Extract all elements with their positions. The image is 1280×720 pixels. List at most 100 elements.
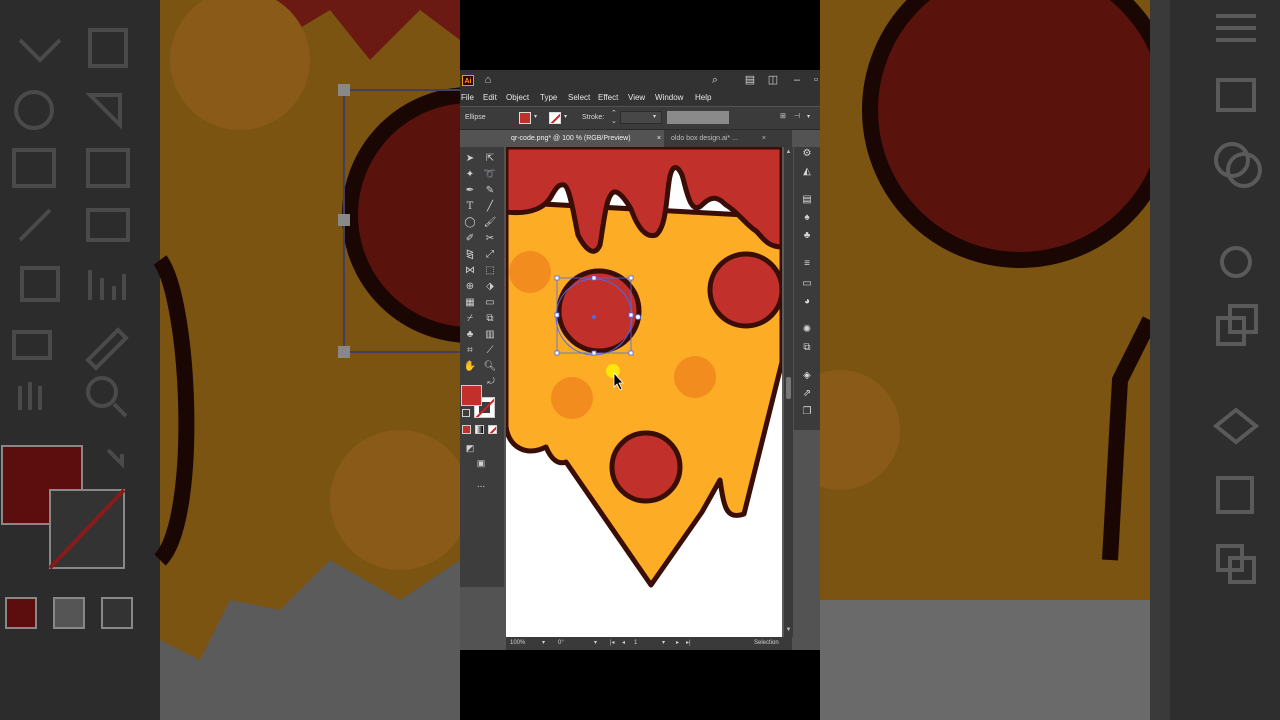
scroll-thumb[interactable] (786, 377, 791, 399)
color-mode-button[interactable] (462, 425, 471, 434)
shaper-tool-icon[interactable]: ✐ (461, 231, 479, 246)
gradient-tool-icon[interactable]: ▭ (481, 295, 499, 310)
menu-edit[interactable]: Edit (483, 92, 497, 104)
illustrator-window: Ai ⌂ ⌕ ▤ ◫ – ▫ File Edit Object Type Sel… (460, 70, 820, 650)
blurred-background-right (820, 0, 1280, 720)
none-mode-button[interactable] (488, 425, 497, 434)
artboard-number[interactable]: 1 (634, 639, 637, 648)
first-artboard-icon[interactable]: |◂ (610, 639, 615, 648)
blend-tool-icon[interactable]: ⧉ (481, 311, 499, 326)
zoom-dropdown-icon[interactable]: ▾ (542, 639, 545, 648)
direct-selection-tool-icon[interactable]: ⇱ (481, 151, 499, 166)
search-icon[interactable]: ⌕ (708, 73, 722, 87)
gradient-panel-icon[interactable]: ▭ (800, 277, 814, 291)
scroll-up-icon[interactable]: ▲ (785, 149, 792, 156)
stroke-swatch[interactable] (549, 112, 561, 124)
cursor-highlight (606, 364, 620, 378)
toolbox-fill-swatch[interactable] (461, 385, 482, 406)
appearance-panel-icon[interactable]: ✺ (800, 323, 814, 337)
next-artboard-icon[interactable]: ▸ (676, 639, 679, 648)
tab-oldo-box-design[interactable]: oldo box design.ai* ... × (666, 130, 766, 147)
cheese-spot (509, 251, 551, 293)
symbol-sprayer-tool-icon[interactable]: ♣ (461, 327, 479, 342)
tab-close-icon[interactable]: × (657, 130, 661, 147)
reflect-tool-icon[interactable]: ⧎ (461, 247, 479, 262)
artboard-tool-icon[interactable]: ⌗ (461, 343, 479, 358)
scroll-down-icon[interactable]: ▼ (785, 627, 792, 634)
column-graph-tool-icon[interactable]: ▥ (481, 327, 499, 342)
document-tabs: qr-code.png* @ 100 % (RGB/Preview) × old… (506, 130, 792, 147)
menu-help[interactable]: Help (695, 92, 711, 104)
menu-type[interactable]: Type (540, 92, 557, 104)
menu-view[interactable]: View (628, 92, 645, 104)
stroke-panel-icon[interactable]: ≡ (800, 257, 814, 271)
gradient-mode-button[interactable] (475, 425, 484, 434)
scissors-tool-icon[interactable]: ✂ (481, 231, 499, 246)
layers-quick-icon[interactable]: ◭ (800, 165, 814, 179)
pen-tool-icon[interactable]: ✒ (461, 183, 479, 198)
properties-panel-icon[interactable]: ⚙ (800, 147, 814, 161)
stroke-profile-field[interactable] (667, 111, 729, 124)
hand-tool-icon[interactable]: ✋ (461, 359, 479, 374)
selection-tool-icon[interactable]: ➤ (461, 151, 479, 166)
scale-tool-icon[interactable]: ⤢ (481, 247, 499, 262)
line-segment-tool-icon[interactable]: ╱ (481, 199, 499, 214)
zoom-level[interactable]: 100% (510, 639, 525, 648)
live-paint-tool-icon[interactable]: ⬗ (481, 279, 499, 294)
brushes-panel-icon[interactable]: ♠ (800, 211, 814, 225)
rotation-dropdown-icon[interactable]: ▾ (594, 639, 597, 648)
last-artboard-icon[interactable]: ▸| (686, 639, 691, 648)
control-bar-menu-icon[interactable]: ▾ (807, 112, 810, 122)
stroke-weight-dropdown-icon[interactable]: ▾ (653, 112, 656, 122)
tab-qr-code[interactable]: qr-code.png* @ 100 % (RGB/Preview) × (506, 130, 664, 147)
menu-window[interactable]: Window (655, 92, 683, 104)
shape-builder-tool-icon[interactable]: ⊕ (461, 279, 479, 294)
transparency-panel-icon[interactable]: ◕ (800, 295, 814, 309)
artboards-panel-icon[interactable]: ❐ (800, 405, 814, 419)
width-tool-icon[interactable]: ⋈ (461, 263, 479, 278)
libraries-panel-icon[interactable]: ▤ (800, 193, 814, 207)
fill-swatch[interactable] (519, 112, 531, 124)
workspace-icon[interactable]: ◫ (766, 73, 780, 87)
fill-dropdown-icon[interactable]: ▾ (534, 112, 537, 122)
menu-effect[interactable]: Effect (598, 92, 618, 104)
zoom-tool-icon[interactable]: 🔍︎ (481, 359, 499, 374)
symbols-panel-icon[interactable]: ♣ (800, 229, 814, 243)
tab-close-icon[interactable]: × (762, 130, 766, 147)
menu-object[interactable]: Object (506, 92, 529, 104)
type-tool-icon[interactable]: T (461, 199, 479, 214)
stroke-dropdown-icon[interactable]: ▾ (564, 112, 567, 122)
stroke-label: Stroke: (582, 114, 605, 121)
none-stroke-icon (550, 113, 560, 123)
rotation-value[interactable]: 0° (558, 639, 564, 648)
menu-select[interactable]: Select (568, 92, 590, 104)
eyedropper-tool-icon[interactable]: ⌿ (461, 311, 479, 326)
lasso-tool-icon[interactable]: ➰ (481, 167, 499, 182)
graphic-styles-panel-icon[interactable]: ⧉ (800, 341, 814, 355)
minimize-icon[interactable]: – (790, 73, 804, 87)
slice-tool-icon[interactable]: ⟋ (481, 343, 499, 358)
menu-file[interactable]: File (461, 92, 474, 104)
free-transform-tool-icon[interactable]: ⬚ (481, 263, 499, 278)
arrange-documents-icon[interactable]: ▤ (743, 73, 757, 87)
ellipse-tool-icon[interactable]: ◯ (461, 215, 479, 230)
previous-artboard-icon[interactable]: ◂ (622, 639, 625, 648)
transform-icon[interactable]: ⊣ (794, 112, 800, 122)
default-fill-stroke-icon[interactable] (462, 409, 470, 417)
paintbrush-tool-icon[interactable]: 🖌 (481, 215, 499, 230)
stroke-stepper[interactable]: ⌃ ⌄ (611, 110, 617, 126)
edit-toolbar-icon[interactable]: ... (472, 477, 490, 492)
home-icon[interactable]: ⌂ (481, 73, 495, 87)
magic-wand-tool-icon[interactable]: ✦ (461, 167, 479, 182)
layers-panel-icon[interactable]: ◈ (800, 369, 814, 383)
vertical-scrollbar[interactable]: ▲ ▼ (784, 147, 793, 637)
perspective-grid-tool-icon[interactable]: ▦ (461, 295, 479, 310)
restore-icon[interactable]: ▫ (809, 73, 820, 87)
change-screen-mode-icon[interactable]: ▣ (472, 456, 490, 471)
export-panel-icon[interactable]: ⇗ (800, 387, 814, 401)
swap-fill-stroke-icon[interactable]: ⤾ (484, 374, 498, 389)
align-icon[interactable]: ⊞ (780, 112, 786, 122)
draw-normal-icon[interactable]: ◩ (461, 441, 479, 456)
curvature-tool-icon[interactable]: ✎ (481, 183, 499, 198)
artboard-dropdown-icon[interactable]: ▾ (662, 639, 665, 648)
